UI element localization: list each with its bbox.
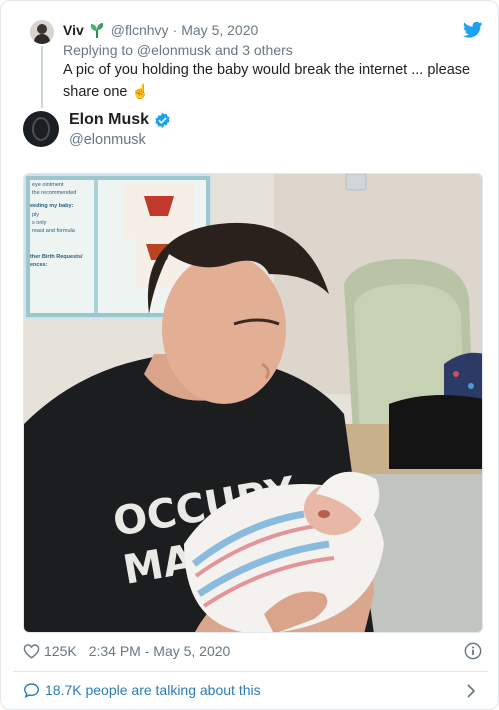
like-count[interactable]: 125K <box>44 643 77 659</box>
reply-author-name[interactable]: Viv <box>63 22 84 38</box>
chevron-right-icon[interactable] <box>467 684 476 698</box>
tweet-photo[interactable]: eye ointment the recommended eeding my b… <box>23 173 483 633</box>
poster-line: ences: <box>30 262 48 268</box>
poster-line: reast and formula <box>32 228 76 234</box>
reply-avatar[interactable] <box>30 20 54 44</box>
tweet-stats: 125K 2:34 PM - May 5, 2020 <box>23 643 230 659</box>
replying-to[interactable]: Replying to @elonmusk and 3 others <box>63 42 293 58</box>
reply-handle[interactable]: @flcnhvy <box>111 22 169 38</box>
twitter-bird-icon[interactable] <box>463 21 483 39</box>
reply-header: Viv @flcnhvy · May 5, 2020 <box>63 21 258 39</box>
reply-text: A pic of you holding the baby would brea… <box>63 60 483 103</box>
meta-separator: · <box>172 22 178 38</box>
author-handle[interactable]: @elonmusk <box>69 132 146 148</box>
poster-line: eye ointment <box>32 182 64 188</box>
heart-icon[interactable] <box>23 643 40 659</box>
poster-line: eeding my baby: <box>30 203 74 209</box>
verified-badge-icon <box>155 112 170 128</box>
tweet-embed-card: Viv @flcnhvy · May 5, 2020 Replying to @… <box>0 0 499 710</box>
plant-emoji-icon <box>90 23 103 38</box>
info-icon[interactable] <box>464 642 482 660</box>
poster-line: the recommended <box>32 190 76 196</box>
photo-illustration: eye ointment the recommended eeding my b… <box>24 174 482 632</box>
footer-divider <box>13 671 488 672</box>
author-name-row: Elon Musk <box>69 111 171 129</box>
speech-bubble-icon <box>24 683 39 698</box>
reply-text-body: A pic of you holding the baby would brea… <box>63 62 471 100</box>
poster-line: s only <box>32 220 47 226</box>
poster-line: ply <box>32 212 39 218</box>
thread-line <box>41 46 43 108</box>
reply-date[interactable]: May 5, 2020 <box>181 22 258 38</box>
poster-line: ther Birth Requests/ <box>30 254 83 260</box>
author-avatar[interactable] <box>23 111 59 147</box>
pointing-up-emoji-icon: ☝ <box>131 83 149 99</box>
tweet-timestamp[interactable]: 2:34 PM - May 5, 2020 <box>89 643 231 659</box>
author-name[interactable]: Elon Musk <box>69 111 149 129</box>
conversation-count-text[interactable]: 18.7K people are talking about this <box>45 682 261 698</box>
conversation-link[interactable]: 18.7K people are talking about this <box>23 682 261 698</box>
